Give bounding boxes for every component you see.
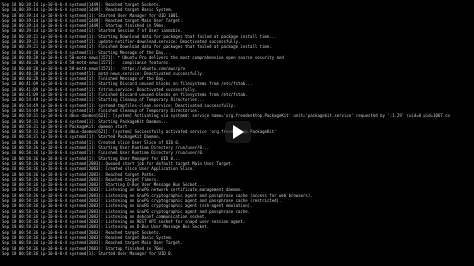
log-line: Sep 18 00:58:31 ip-10-0-6-4 dbus-daemon[… xyxy=(2,113,450,119)
play-icon xyxy=(232,125,244,139)
terminal-window: Sep 18 00:39:14 ip-10-0-6-4 systemd[1449… xyxy=(0,0,474,266)
log-line: Sep 18 00:58:36 ip-10-0-6-4 systemd[1]: … xyxy=(2,250,173,256)
play-button[interactable] xyxy=(225,121,251,143)
